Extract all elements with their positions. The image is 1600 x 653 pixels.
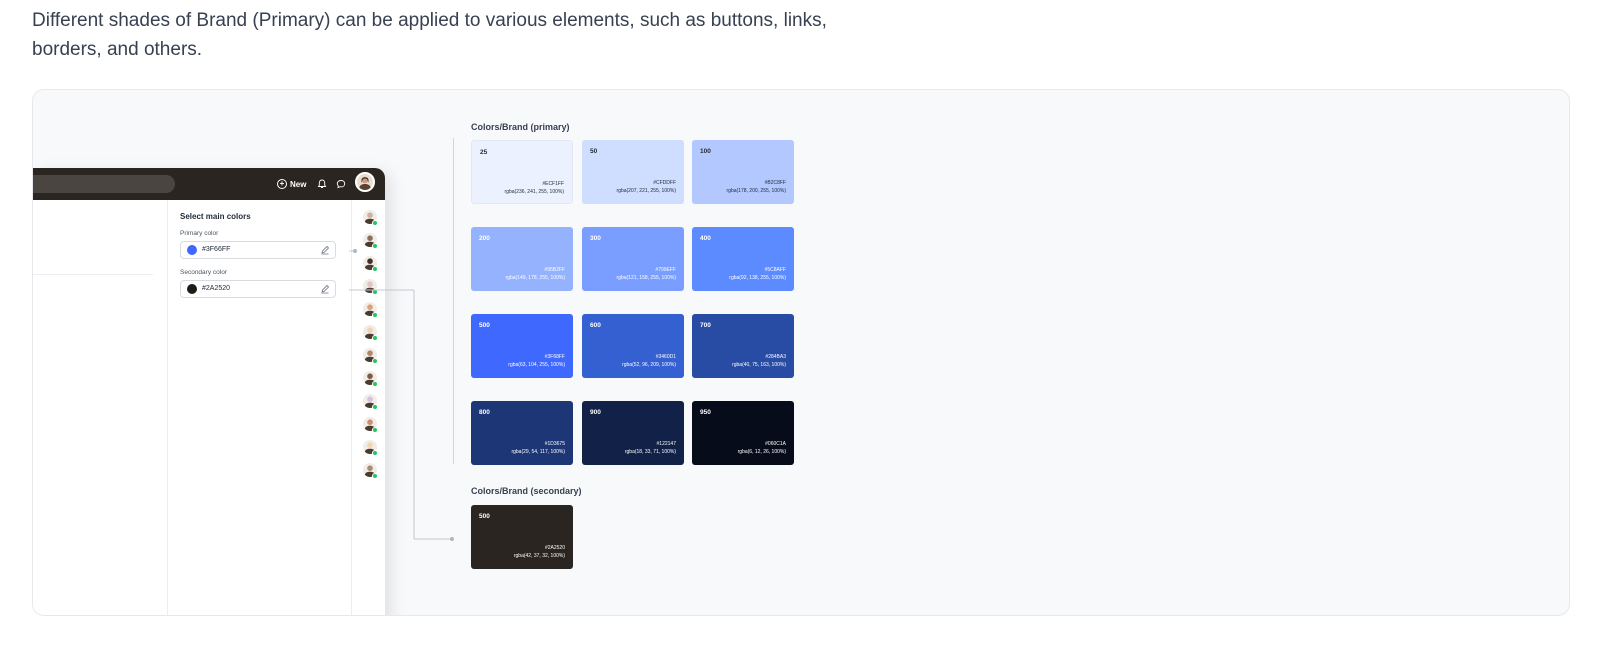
hex-value: #95B2FF (544, 267, 565, 273)
new-button-label: New (290, 179, 307, 189)
shade-label: 800 (479, 409, 490, 416)
primary-color-label: Primary color (180, 230, 219, 237)
primary-color-field[interactable]: #3F66FF (180, 241, 336, 259)
hex-value: #B2C8FF (764, 180, 786, 186)
online-status-dot (372, 220, 378, 226)
shade-label: 50 (590, 148, 598, 155)
color-card-700: 700 #284BA3 rgba(40, 75, 163, 100%) (692, 314, 794, 378)
rgba-value: rgba(207, 221, 255, 100%) (616, 188, 677, 194)
rgba-value: rgba(121, 158, 255, 100%) (616, 275, 677, 281)
shade-label: 950 (700, 409, 711, 416)
hex-value: #122147 (656, 441, 676, 447)
hex-value: #284BA3 (765, 354, 786, 360)
chat-icon[interactable] (335, 178, 347, 190)
rgba-value: rgba(149, 178, 255, 100%) (505, 275, 566, 281)
color-card-600: 600 #3460D1 rgba(52, 96, 209, 100%) (582, 314, 684, 378)
color-card-200: 200 #95B2FF rgba(149, 178, 255, 100%) (471, 227, 573, 291)
color-card-50: 50 #CFDDFF rgba(207, 221, 255, 100%) (582, 140, 684, 204)
pencil-icon[interactable] (320, 284, 330, 294)
pencil-icon[interactable] (320, 245, 330, 255)
rgba-value: rgba(178, 200, 255, 100%) (726, 188, 787, 194)
intro-text: Different shades of Brand (Primary) can … (32, 10, 827, 60)
app-topbar: + New (33, 168, 385, 200)
online-status-dot (372, 473, 378, 479)
color-card-25: 25 #ECF1FF rgba(236, 241, 255, 100%) (471, 140, 573, 204)
online-status-dot (372, 450, 378, 456)
rgba-value: rgba(63, 104, 255, 100%) (508, 362, 565, 368)
rgba-value: rgba(29, 54, 117, 100%) (511, 449, 565, 455)
hex-value: #799EFF (655, 267, 676, 273)
hex-value: #ECF1FF (542, 181, 564, 187)
online-status-dot (372, 243, 378, 249)
primary-color-value: #3F66FF (202, 246, 231, 253)
color-card-secondary-500: 500 #2A2520 rgba(42, 37, 32, 100%) (471, 505, 573, 569)
color-card-300: 300 #799EFF rgba(121, 158, 255, 100%) (582, 227, 684, 291)
shade-label: 600 (590, 322, 601, 329)
hex-value: #2A2520 (544, 545, 565, 551)
secondary-color-swatch (187, 284, 197, 294)
divider (33, 274, 153, 275)
palette-divider (453, 138, 454, 464)
shade-label: 400 (700, 235, 711, 242)
shade-label: 500 (479, 513, 490, 520)
rgba-value: rgba(6, 12, 26, 100%) (737, 449, 786, 455)
shade-label: 700 (700, 322, 711, 329)
secondary-color-value: #2A2520 (202, 285, 231, 292)
online-status-dot (372, 381, 378, 387)
bell-icon[interactable] (316, 178, 328, 190)
hex-value: #3F68FF (544, 354, 565, 360)
search-input[interactable] (33, 175, 175, 193)
color-card-900: 900 #122147 rgba(18, 33, 71, 100%) (582, 401, 684, 465)
hex-value: #1D3675 (544, 441, 565, 447)
rgba-value: rgba(42, 37, 32, 100%) (513, 553, 565, 559)
user-avatar[interactable] (355, 172, 375, 192)
avatar-list (357, 200, 385, 615)
hex-value: #CFDDFF (653, 180, 676, 186)
secondary-palette-title: Colors/Brand (secondary) (471, 486, 582, 496)
rgba-value: rgba(52, 96, 209, 100%) (622, 362, 676, 368)
online-status-dot (372, 266, 378, 272)
color-card-100: 100 #B2C8FF rgba(178, 200, 255, 100%) (692, 140, 794, 204)
color-settings-panel: Select main colors Primary color #3F66FF… (167, 200, 352, 615)
online-status-dot (372, 404, 378, 410)
rgba-value: rgba(40, 75, 163, 100%) (732, 362, 786, 368)
online-status-dot (372, 427, 378, 433)
hex-value: #060C1A (765, 441, 786, 447)
online-status-dot (372, 289, 378, 295)
shade-label: 100 (700, 148, 711, 155)
shade-label: 900 (590, 409, 601, 416)
online-status-dot (372, 358, 378, 364)
shade-label: 300 (590, 235, 601, 242)
primary-color-swatch (187, 245, 197, 255)
illustration-panel: + New Select main colors Primary color #… (32, 89, 1570, 616)
hex-value: #5C8AFF (764, 267, 786, 273)
hex-value: #3460D1 (655, 354, 676, 360)
settings-title: Select main colors (180, 212, 251, 221)
rgba-value: rgba(92, 138, 255, 100%) (729, 275, 786, 281)
primary-palette-title: Colors/Brand (primary) (471, 122, 570, 132)
rgba-value: rgba(18, 33, 71, 100%) (624, 449, 676, 455)
shade-label: 500 (479, 322, 490, 329)
online-status-dot (372, 312, 378, 318)
color-card-400: 400 #5C8AFF rgba(92, 138, 255, 100%) (692, 227, 794, 291)
color-card-800: 800 #1D3675 rgba(29, 54, 117, 100%) (471, 401, 573, 465)
shade-label: 25 (480, 149, 488, 156)
secondary-color-label: Secondary color (180, 269, 227, 276)
color-card-950: 950 #060C1A rgba(6, 12, 26, 100%) (692, 401, 794, 465)
online-status-dot (372, 335, 378, 341)
plus-circle-icon: + (277, 179, 287, 189)
rgba-value: rgba(236, 241, 255, 100%) (504, 189, 565, 195)
secondary-color-field[interactable]: #2A2520 (180, 280, 336, 298)
color-card-500: 500 #3F68FF rgba(63, 104, 255, 100%) (471, 314, 573, 378)
new-button[interactable]: + New (277, 177, 306, 191)
app-mockup: + New Select main colors Primary color #… (33, 168, 385, 615)
shade-label: 200 (479, 235, 490, 242)
